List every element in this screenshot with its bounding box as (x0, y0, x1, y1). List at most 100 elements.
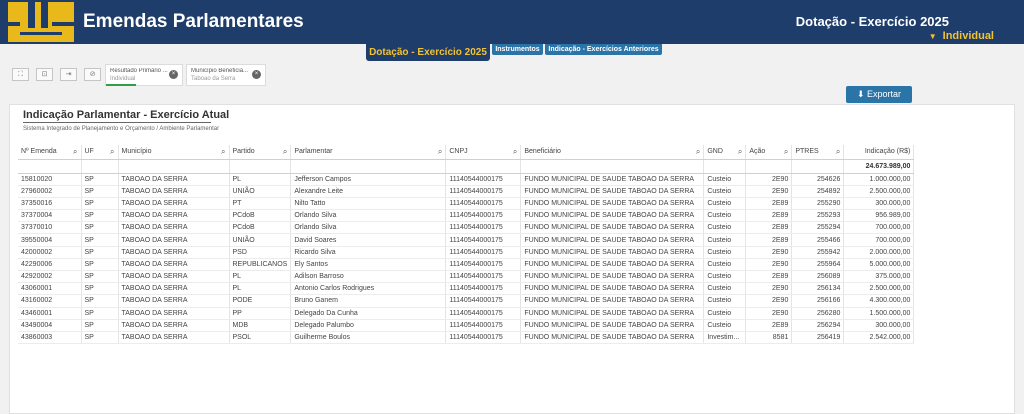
close-icon[interactable]: × (169, 70, 178, 79)
cell-uf: SP (81, 319, 119, 332)
cell-uf: SP (81, 331, 119, 345)
cell-parlamentar: Orlando Silva (290, 209, 447, 223)
cell-beneficiario: FUNDO MUNICIPAL DE SAUDE TABOAO DA SERRA (520, 209, 705, 223)
column-header-label: CNPJ (449, 148, 468, 156)
cell-indicacao: 956.989,00 (843, 209, 915, 223)
table-row[interactable]: 37370010 SP TABOAO DA SERRA PCdoB Orlando Si… (18, 221, 915, 235)
cell-ptres: 255290 (791, 197, 845, 211)
cell-cnpj: 11140544000175 (445, 258, 522, 272)
table-row[interactable]: 43460001 SP TABOAO DA SERRA PP Delegado Da C… (18, 307, 915, 320)
cell-partido: PSD (229, 246, 292, 259)
panel-subtitle: Sistema Integrado de Planejamento e Orça… (23, 126, 220, 132)
column-header-emenda[interactable]: Nº Emenda ⌕ (18, 145, 82, 160)
filter-cell[interactable] (703, 159, 747, 174)
cell-emenda: 15810020 (18, 173, 82, 186)
table-row[interactable]: 15810020 SP TABOAO DA SERRA PL Jefferson Cam… (18, 173, 915, 186)
cell-uf: SP (81, 258, 119, 272)
column-header-label: UF (84, 148, 94, 156)
export-button[interactable]: ⬇ Exportar (846, 86, 912, 103)
table-row[interactable]: 42000002 SP TABOAO DA SERRA PSD Ricardo Silv… (18, 246, 915, 259)
filter-cell[interactable] (791, 159, 845, 174)
expand-icon[interactable]: ⛶ (12, 68, 29, 81)
cell-beneficiario: FUNDO MUNICIPAL DE SAUDE TABOAO DA SERRA (520, 246, 705, 259)
cell-parlamentar: Alexandre Leite (290, 185, 447, 198)
cell-parlamentar: David Soares (290, 233, 447, 247)
column-header-municipio[interactable]: Município ⌕ (118, 145, 230, 160)
search-icon[interactable]: ⌕ (283, 147, 287, 157)
search-icon[interactable]: ⌕ (73, 147, 77, 157)
cell-partido: PP (229, 307, 292, 320)
cell-gnd: Custeio (703, 209, 747, 223)
cell-acao: 2E89 (745, 221, 793, 235)
cell-beneficiario: FUNDO MUNICIPAL DE SAUDE TABOAO DA SERRA (520, 197, 705, 211)
cell-acao: 2E90 (745, 282, 793, 296)
search-icon[interactable]: ⌕ (513, 147, 517, 157)
column-header-parlamentar[interactable]: Parlamentar ⌕ (290, 145, 447, 160)
column-header-partido[interactable]: Partido ⌕ (229, 145, 292, 160)
table-row[interactable]: 27960002 SP TABOAO DA SERRA UNIÃO Alexandre … (18, 185, 915, 198)
search-icon[interactable]: ⌕ (696, 147, 700, 157)
search-icon[interactable]: ⌕ (738, 147, 742, 157)
tab-dotacao[interactable]: Dotação - Exercício 2025 (366, 44, 490, 61)
filter-cell[interactable] (745, 159, 793, 174)
table-row[interactable]: 43860003 SP TABOAO DA SERRA PSOL Guilherme B… (18, 331, 915, 345)
search-icon[interactable]: ⌕ (438, 147, 442, 157)
column-header-uf[interactable]: UF ⌕ (81, 145, 119, 160)
cell-ptres: 254626 (791, 173, 845, 186)
search-icon[interactable]: ⌕ (836, 147, 840, 157)
cell-indicacao: 2.500.000,00 (843, 282, 915, 296)
tab-indicacao-anteriores[interactable]: Indicação - Exercícios Anteriores (545, 44, 662, 55)
column-header-indicacao[interactable]: Indicação (R$) (843, 145, 915, 160)
cell-cnpj: 11140544000175 (445, 173, 522, 186)
filter-cell[interactable] (229, 159, 292, 174)
column-header-label: Partido (232, 148, 255, 156)
table-row[interactable]: 43490004 SP TABOAO DA SERRA MDB Delegado Pal… (18, 319, 915, 332)
table-row[interactable]: 42920002 SP TABOAO DA SERRA PL Adilson Barro… (18, 270, 915, 284)
column-header-cnpj[interactable]: CNPJ ⌕ (445, 145, 522, 160)
column-header-gnd[interactable]: GND ⌕ (703, 145, 747, 160)
table-row[interactable]: 37350016 SP TABOAO DA SERRA PT Nilto Tatto 11… (18, 197, 915, 211)
header-profile-select[interactable]: ▼ Individual (929, 30, 994, 42)
clear-filters-icon[interactable]: ⊘ (84, 68, 101, 81)
cell-acao: 8581 (745, 331, 793, 345)
focus-icon[interactable]: ⊡ (36, 68, 53, 81)
filter-tab-resultado-primario[interactable]: Resultado Primário ... Individual × (105, 64, 183, 86)
table-row[interactable]: 43060001 SP TABOAO DA SERRA PL Antonio Carlo… (18, 282, 915, 296)
tab-instrumentos[interactable]: Instrumentos (492, 44, 543, 55)
cell-acao: 2E90 (745, 258, 793, 272)
cell-municipio: TABOAO DA SERRA (118, 233, 230, 247)
filter-tab-municipio[interactable]: Município Beneficiá... Taboao da Serra × (186, 64, 266, 86)
cell-gnd: Custeio (703, 282, 747, 296)
filter-cell[interactable] (290, 159, 447, 174)
column-header-acao[interactable]: Ação ⌕ (745, 145, 793, 160)
table-row[interactable]: 39550004 SP TABOAO DA SERRA UNIÃO David Soar… (18, 233, 915, 247)
column-header-ptres[interactable]: PTRES ⌕ (791, 145, 845, 160)
cell-acao: 2E89 (745, 270, 793, 284)
filter-cell[interactable] (81, 159, 119, 174)
cell-parlamentar: Guilherme Boulos (290, 331, 447, 345)
search-icon[interactable]: ⌕ (221, 147, 225, 157)
cell-ptres: 256166 (791, 294, 845, 308)
close-icon[interactable]: × (252, 70, 261, 79)
filter-cell[interactable] (445, 159, 522, 174)
cell-partido: REPUBLICANOS (229, 258, 292, 272)
search-icon[interactable]: ⌕ (110, 147, 114, 157)
table-row[interactable]: 37370004 SP TABOAO DA SERRA PCdoB Orlando Si… (18, 209, 915, 223)
header-exercise-title: Dotação - Exercício 2025 (795, 14, 949, 29)
cell-uf: SP (81, 270, 119, 284)
column-header-label: Nº Emenda (21, 148, 57, 156)
cell-emenda: 43160002 (18, 294, 82, 308)
search-icon[interactable]: ⌕ (784, 147, 788, 157)
filter-cell[interactable] (18, 159, 82, 174)
cell-gnd: Investim... (703, 331, 747, 345)
filter-cell[interactable] (118, 159, 230, 174)
step-forward-icon[interactable]: ⇥ (60, 68, 77, 81)
table-row[interactable]: 43160002 SP TABOAO DA SERRA PODE Bruno Ganem… (18, 294, 915, 308)
panel-title: Indicação Parlamentar - Exercício Atual (23, 109, 230, 121)
table-row[interactable]: 42290006 SP TABOAO DA SERRA REPUBLICANOS Ely… (18, 258, 915, 272)
filter-cell[interactable] (520, 159, 705, 174)
cell-uf: SP (81, 282, 119, 296)
cell-beneficiario: FUNDO MUNICIPAL DE SAUDE TABOAO DA SERRA (520, 282, 705, 296)
cell-acao: 2E89 (745, 233, 793, 247)
column-header-beneficiario[interactable]: Beneficiário ⌕ (520, 145, 705, 160)
